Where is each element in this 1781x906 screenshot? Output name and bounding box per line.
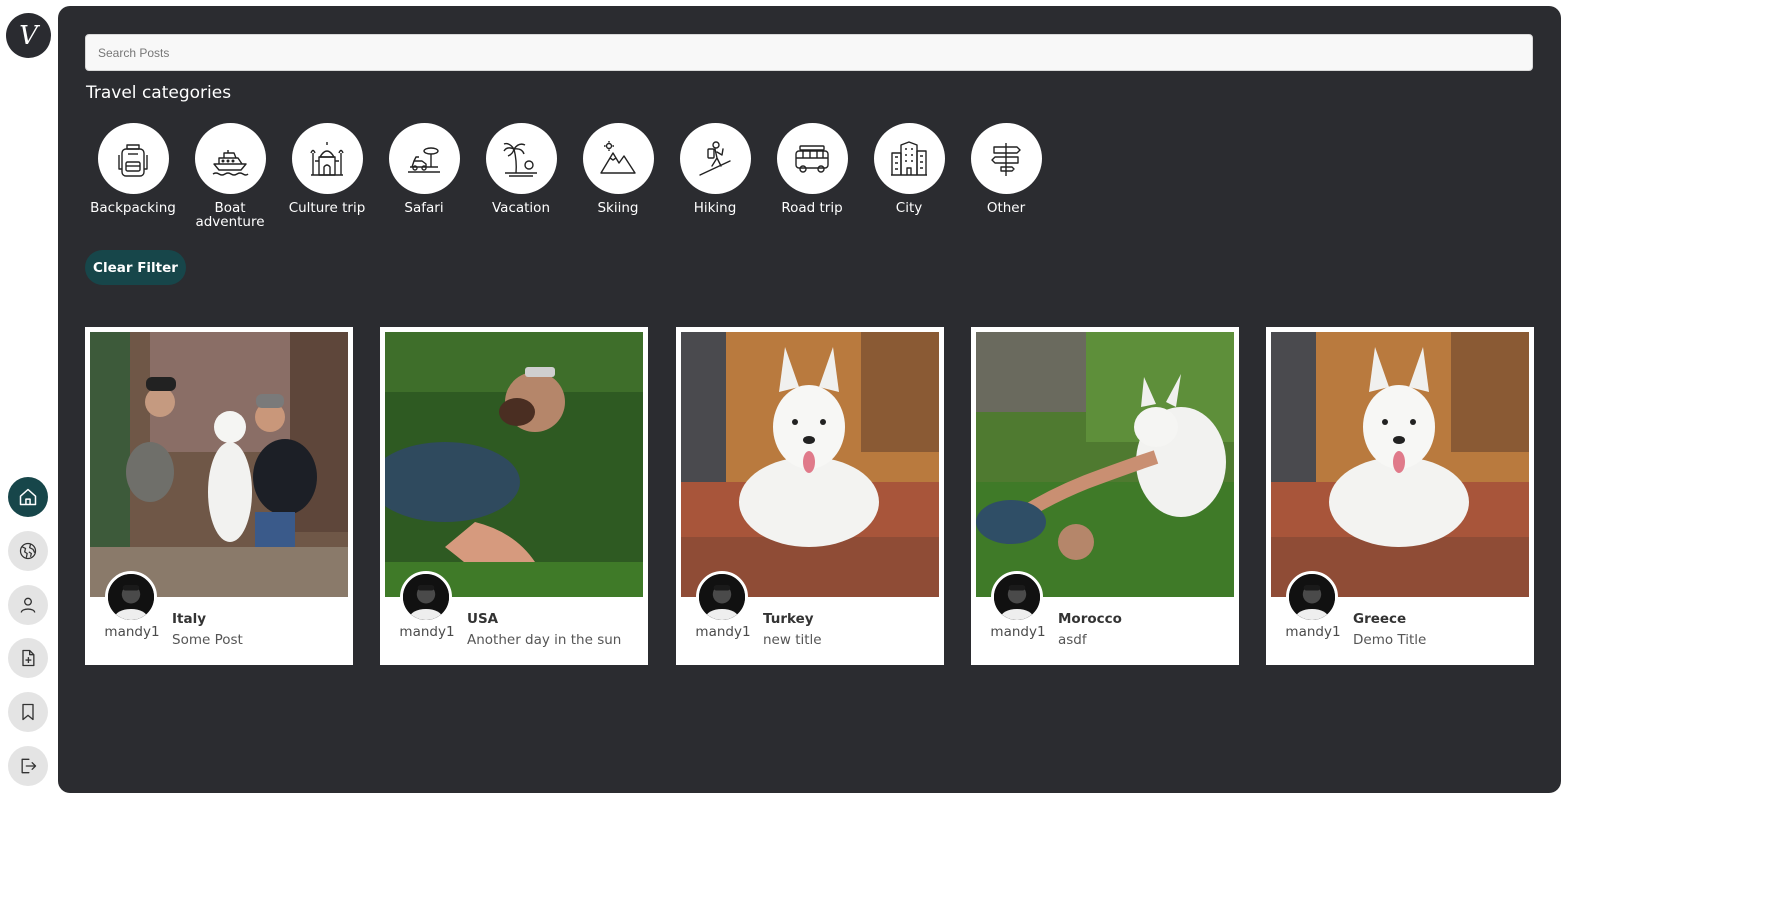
post-image <box>681 332 939 597</box>
nav-new-post-button[interactable] <box>8 638 48 678</box>
category-city[interactable]: City <box>861 123 957 215</box>
category-circle <box>194 123 266 194</box>
post-card[interactable]: mandy1 Morocco asdf <box>971 327 1239 665</box>
post-card[interactable]: mandy1 USA Another day in the sun <box>380 327 648 665</box>
avatar[interactable] <box>400 571 452 623</box>
category-hiking[interactable]: Hiking <box>667 123 763 215</box>
profile-icon <box>20 597 36 613</box>
nav-explore-button[interactable] <box>8 531 48 571</box>
new-post-icon <box>22 649 35 667</box>
category-circle <box>388 123 460 194</box>
boat-icon <box>212 149 249 176</box>
category-circle <box>582 123 654 194</box>
category-label: Backpacking <box>90 200 176 216</box>
post-subtitle: Some Post <box>172 632 243 648</box>
post-author[interactable]: mandy1 <box>99 624 165 640</box>
avatar[interactable] <box>105 571 157 623</box>
category-skiing[interactable]: Skiing <box>570 123 666 215</box>
post-image <box>385 332 643 597</box>
backpack-icon <box>118 143 148 177</box>
post-card[interactable]: mandy1 Greece Demo Title <box>1266 327 1534 665</box>
safari-icon <box>408 146 440 173</box>
category-safari[interactable]: Safari <box>376 123 472 215</box>
van-icon <box>795 144 829 173</box>
post-subtitle: new title <box>763 632 822 648</box>
post-card[interactable]: mandy1 Italy Some Post <box>85 327 353 665</box>
post-image <box>976 332 1234 597</box>
post-author[interactable]: mandy1 <box>690 624 756 640</box>
avatar[interactable] <box>696 571 748 623</box>
logout-icon <box>21 758 37 774</box>
category-circle <box>970 123 1042 194</box>
palm-tree-icon <box>503 142 537 177</box>
search-input[interactable] <box>85 34 1533 71</box>
globe-icon <box>19 542 37 560</box>
sidebar: V <box>0 0 57 906</box>
nav-bookmarks-button[interactable] <box>8 692 48 732</box>
mosque-icon <box>310 141 344 176</box>
clear-filter-button[interactable]: Clear Filter <box>85 250 186 285</box>
main-panel: Travel categories Backpacking Boat adven… <box>58 6 1561 793</box>
nav-home-button[interactable] <box>8 477 48 517</box>
post-subtitle: Another day in the sun <box>467 632 622 648</box>
post-author[interactable]: mandy1 <box>394 624 460 640</box>
categories-row: Backpacking Boat adventure Culture trip <box>85 123 1085 243</box>
category-culture-trip[interactable]: Culture trip <box>279 123 375 215</box>
category-circle <box>776 123 848 194</box>
nav-profile-button[interactable] <box>8 585 48 625</box>
category-circle <box>97 123 169 194</box>
categories-title: Travel categories <box>86 83 232 103</box>
avatar[interactable] <box>1286 571 1338 623</box>
app-logo[interactable]: V <box>6 13 51 58</box>
category-label: Vacation <box>491 200 550 216</box>
post-title: USA <box>467 611 499 627</box>
category-circle <box>485 123 557 194</box>
category-label: Skiing <box>597 200 639 216</box>
signpost-icon <box>991 142 1021 176</box>
post-title: Greece <box>1353 611 1407 627</box>
category-boat-adventure[interactable]: Boat adventure <box>182 123 278 229</box>
post-card[interactable]: mandy1 Turkey new title <box>676 327 944 665</box>
category-circle <box>679 123 751 194</box>
category-backpacking[interactable]: Backpacking <box>85 123 181 215</box>
mountain-icon <box>600 140 636 174</box>
post-image <box>1271 332 1529 597</box>
avatar[interactable] <box>991 571 1043 623</box>
post-author[interactable]: mandy1 <box>985 624 1051 640</box>
post-title: Turkey <box>763 611 814 627</box>
category-label: Boat adventure <box>195 200 265 230</box>
category-label: Other <box>986 200 1026 216</box>
post-image <box>90 332 348 597</box>
post-author[interactable]: mandy1 <box>1280 624 1346 640</box>
category-label: Culture trip <box>288 200 366 216</box>
nav-logout-button[interactable] <box>8 746 48 786</box>
category-circle <box>873 123 945 194</box>
category-label: Hiking <box>693 200 737 216</box>
category-vacation[interactable]: Vacation <box>473 123 569 215</box>
category-label: Road trip <box>781 200 843 216</box>
category-label: City <box>895 200 923 216</box>
category-circle <box>291 123 363 194</box>
post-title: Morocco <box>1058 611 1122 627</box>
category-road-trip[interactable]: Road trip <box>764 123 860 215</box>
buildings-icon <box>891 140 927 176</box>
category-other[interactable]: Other <box>958 123 1054 215</box>
home-icon <box>19 488 37 506</box>
post-subtitle: asdf <box>1058 632 1087 648</box>
post-subtitle: Demo Title <box>1353 632 1427 648</box>
hiker-icon <box>699 140 731 176</box>
post-title: Italy <box>172 611 207 627</box>
logo-letter: V <box>19 20 38 51</box>
bookmark-icon <box>22 703 34 721</box>
category-label: Safari <box>404 200 444 216</box>
